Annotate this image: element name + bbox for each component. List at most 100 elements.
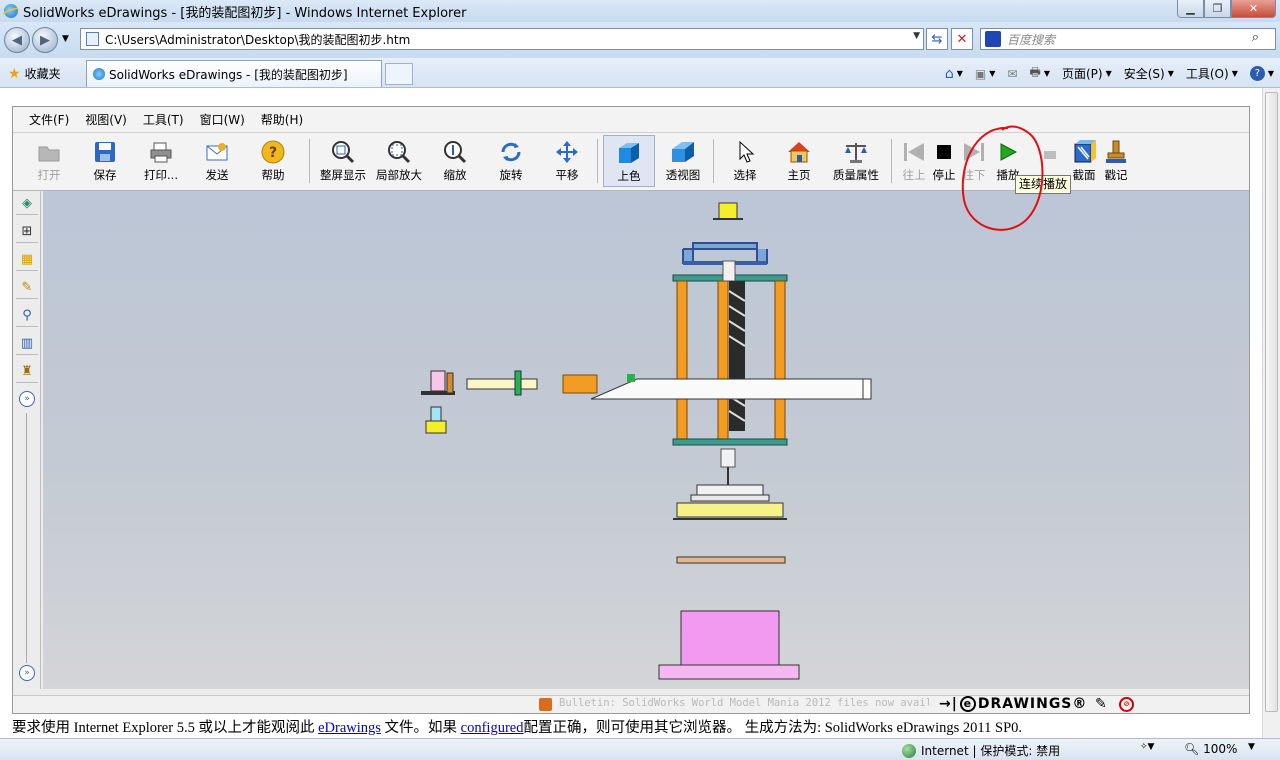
bulletin-feed[interactable]: Bulletin: SolidWorks World Model Mania 2… (537, 697, 929, 713)
search-field[interactable]: 百度搜索 ⌕ (980, 28, 1276, 50)
expand-chevron-icon[interactable]: » (19, 391, 35, 407)
select-button[interactable]: 选择 (719, 135, 771, 187)
toolbar-separator (597, 139, 598, 183)
folder-icon (36, 139, 62, 165)
section-panel-icon[interactable]: ▥ (16, 333, 38, 355)
scrollbar-thumb[interactable] (1265, 92, 1278, 712)
shaded-cube-icon (616, 140, 642, 166)
address-dropdown-icon[interactable]: ▼ (913, 31, 920, 41)
vertical-scrollbar[interactable] (1262, 88, 1280, 738)
help-label: 帮助 (261, 168, 285, 182)
help-button[interactable]: ? 帮助 (247, 135, 299, 187)
history-dropdown-icon[interactable]: ▼ (62, 34, 69, 44)
assembly-model (421, 202, 872, 680)
close-button[interactable]: ✕ (1231, 0, 1276, 18)
favorites-label: 收藏夹 (24, 67, 61, 81)
configured-link[interactable]: configured (461, 720, 524, 736)
e-logo-icon: e (959, 696, 976, 712)
back-button[interactable]: ◀ (4, 27, 30, 53)
save-button[interactable]: 保存 (79, 135, 131, 187)
measure-icon[interactable]: ⚲ (16, 305, 38, 327)
rotate-button[interactable]: 旋转 (485, 135, 537, 187)
menu-window[interactable]: 窗口(W) (200, 111, 245, 128)
maximize-button[interactable]: ❐ (1204, 0, 1231, 18)
zoom-fit-icon (330, 139, 356, 165)
search-icon[interactable]: ⌕ (1252, 30, 1259, 45)
navigation-bar: ◀ ▶ ▼ C:\Users\Administrator\Desktop\我的装… (0, 22, 1280, 58)
rss-icon (539, 698, 552, 711)
fit-button[interactable]: 整屏显示 (317, 135, 369, 187)
feed-icon: ▣ (974, 66, 987, 81)
menu-file[interactable]: 文件(F) (29, 111, 69, 128)
print-button[interactable]: 🖶 ▼ (1029, 63, 1049, 84)
menu-help[interactable]: 帮助(H) (261, 111, 303, 128)
open-button[interactable]: 打开 (23, 135, 75, 187)
minimize-button[interactable]: ▁ (1177, 0, 1204, 18)
mass-properties-button[interactable]: 质量属性 (827, 135, 885, 187)
menu-tools[interactable]: 工具(T) (143, 111, 184, 128)
configurations-panel-icon[interactable]: ⊞ (16, 221, 38, 243)
select-label: 选择 (733, 168, 757, 182)
new-tab-button[interactable] (385, 63, 413, 85)
pan-label: 平移 (555, 168, 579, 182)
perspective-cube-icon (670, 139, 696, 165)
mail-button[interactable]: ✉ (1007, 67, 1017, 81)
previous-button[interactable]: 往上 (897, 135, 931, 187)
expand-bottom-chevron-icon[interactable]: » (19, 665, 35, 681)
shaded-button[interactable]: 上色 (603, 135, 655, 187)
edrawings-viewer: 文件(F) 视图(V) 工具(T) 窗口(W) 帮助(H) 打开 保存 打印..… (12, 106, 1250, 714)
protected-mode-icon[interactable]: ✧▼ (1140, 742, 1154, 752)
address-text: C:\Users\Administrator\Desktop\我的装配图初步.h… (105, 32, 411, 47)
home-button[interactable]: ⌂ ▼ (945, 66, 963, 82)
feeds-button[interactable]: ▣ ▼ (975, 67, 996, 81)
stop-icon[interactable]: ✕ (951, 28, 973, 50)
tab-ie-icon (93, 68, 105, 80)
components-panel-icon[interactable]: ◈ (16, 193, 38, 215)
page-menu-label: 页面(P) (1061, 67, 1103, 81)
menu-view[interactable]: 视图(V) (85, 111, 127, 128)
help-icon: ? (260, 139, 286, 165)
zoom-label: 缩放 (443, 168, 467, 182)
zoom-dropdown-icon[interactable]: ▼ (1248, 742, 1255, 752)
address-field[interactable]: C:\Users\Administrator\Desktop\我的装配图初步.h… (80, 28, 924, 50)
tab-title: SolidWorks eDrawings - [我的装配图初步] (109, 67, 348, 82)
3d-viewport[interactable] (43, 191, 1249, 689)
print-edrawing-button[interactable]: 打印... (135, 135, 187, 187)
tools-menu-label: 工具(O) (1185, 67, 1229, 81)
sidebar-splitter[interactable] (26, 413, 27, 663)
stamp-button[interactable]: 戳记 (1097, 135, 1135, 187)
perspective-button[interactable]: 透视图 (657, 135, 709, 187)
edrawings-status-line: Bulletin: SolidWorks World Model Mania 2… (13, 695, 1249, 713)
zoom-area-button[interactable]: 局部放大 (373, 135, 425, 187)
toolbar-separator (713, 139, 714, 183)
disabled-sign-icon[interactable]: ⊘ (1119, 697, 1134, 712)
browser-tab[interactable]: SolidWorks eDrawings - [我的装配图初步] (86, 60, 382, 87)
mass-props-label: 质量属性 (833, 168, 879, 182)
sheets-panel-icon[interactable]: ▦ (16, 249, 38, 271)
compatibility-icon[interactable]: ⇆ (926, 28, 948, 50)
notice-prefix: 要求使用 Internet Explorer 5.5 或以上才能观阅此 (12, 720, 315, 736)
safety-menu[interactable]: 安全(S) ▼ (1124, 65, 1174, 82)
zoom-control[interactable]: 🔍︎ 100% (1184, 742, 1237, 756)
arrow-icon: →| (939, 696, 958, 712)
forward-button[interactable]: ▶ (32, 27, 58, 53)
tools-menu[interactable]: 工具(O) ▼ (1186, 65, 1238, 82)
baidu-logo-icon (985, 31, 1001, 47)
envelope-icon (204, 139, 230, 165)
home-view-button[interactable]: 主页 (773, 135, 825, 187)
section-label: 截面 (1072, 168, 1096, 182)
markup-pencil-icon[interactable]: ✎ (16, 277, 38, 299)
window-title: SolidWorks eDrawings - [我的装配图初步] - Windo… (23, 5, 467, 21)
pan-button[interactable]: 平移 (541, 135, 593, 187)
help-menu[interactable]: ? ▼ (1249, 66, 1274, 81)
zoom-button[interactable]: 缩放 (429, 135, 481, 187)
page-menu[interactable]: 页面(P) ▼ (1062, 65, 1112, 82)
markup-pencil-icon[interactable]: ✎ (1095, 696, 1107, 712)
security-zone[interactable]: Internet | 保护模式: 禁用 (902, 742, 1060, 759)
edrawings-link[interactable]: eDrawings (318, 720, 381, 736)
notice-mid: 文件。如果 (384, 720, 458, 736)
safety-menu-label: 安全(S) (1123, 67, 1165, 81)
favorites-button[interactable]: ★ 收藏夹 (8, 65, 61, 82)
send-button[interactable]: 发送 (191, 135, 243, 187)
stamp-panel-icon[interactable]: ♜ (16, 361, 38, 383)
